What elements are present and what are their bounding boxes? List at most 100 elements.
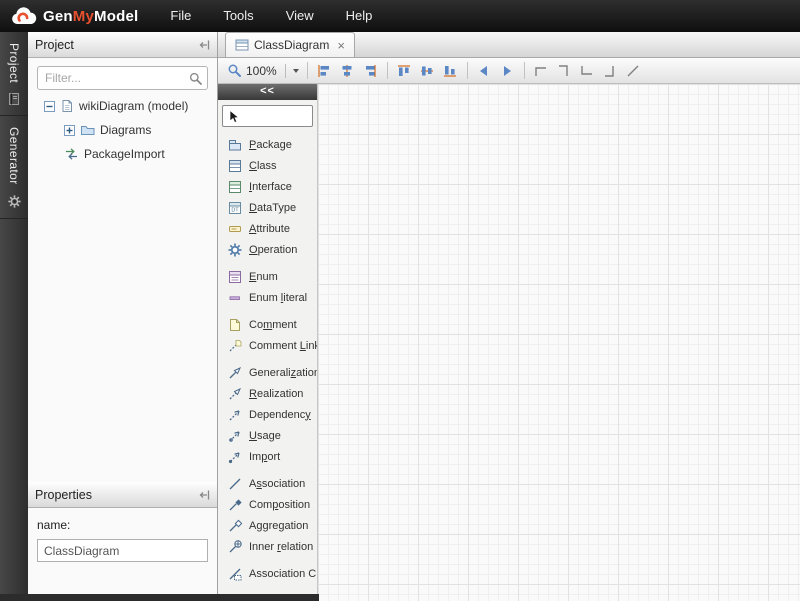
operation-icon	[227, 242, 243, 258]
tree-node-wikidiagram-model[interactable]: wikiDiagram (model)	[28, 94, 217, 118]
flip-left-button[interactable]	[473, 60, 496, 82]
tree-node-packageimport[interactable]: PackageImport	[28, 142, 217, 166]
elbow-right-down-button[interactable]	[553, 60, 576, 82]
palette-tool-enum-literal[interactable]: Enum literal	[218, 287, 317, 308]
inner-relation-icon	[227, 539, 243, 555]
usage-icon	[227, 428, 243, 444]
palette-tool-generalization[interactable]: Generalization	[218, 362, 317, 383]
zoom-select[interactable]: 100%	[227, 63, 302, 78]
palette-tool-import[interactable]: Import	[218, 446, 317, 467]
palette-tool-composition[interactable]: Composition	[218, 494, 317, 515]
palette-tool-enum[interactable]: Enum	[218, 266, 317, 287]
rail-tab-generator[interactable]: Generator	[0, 116, 28, 219]
palette-tool-aggregation[interactable]: Aggregation	[218, 515, 317, 536]
menu-view[interactable]: View	[270, 0, 330, 32]
palette-tool-association[interactable]: Association	[218, 473, 317, 494]
palette-tool-comment-link[interactable]: Comment Link	[218, 335, 317, 356]
app-logo[interactable]: GenMyModel	[0, 7, 154, 26]
palette-group: Package Class Interface DTDataTypeAttribute…	[218, 134, 317, 260]
collapse-icon[interactable]	[44, 101, 55, 112]
palette-tool-dependency[interactable]: Dependency	[218, 404, 317, 425]
close-tab-icon[interactable]: ×	[337, 38, 345, 53]
search-icon	[189, 72, 202, 85]
palette-tool-label: Composition	[249, 499, 310, 511]
palette-tool-label: Enum literal	[249, 292, 307, 304]
rail-tab-label: Project	[7, 43, 21, 83]
palette-tool-label: Operation	[249, 244, 297, 256]
comment-link-icon	[227, 338, 243, 354]
align-top-button[interactable]	[393, 60, 416, 82]
menu-tools[interactable]: Tools	[207, 0, 269, 32]
pin-icon[interactable]	[198, 489, 210, 501]
editor-toolbar: 100%	[218, 58, 800, 84]
tab-label: ClassDiagram	[254, 38, 329, 52]
enum-icon	[227, 269, 243, 285]
palette-tool-datatype[interactable]: DTDataType	[218, 197, 317, 218]
app-title: GenMyModel	[43, 8, 138, 25]
palette-group: Association Composition AggregationInner r…	[218, 473, 317, 557]
palette-tool-label: Comment	[249, 319, 297, 331]
composition-icon	[227, 497, 243, 513]
import-icon	[227, 449, 243, 465]
dependency-icon	[227, 407, 243, 423]
flip-right-button[interactable]	[496, 60, 519, 82]
tab-classdiagram[interactable]: ClassDiagram ×	[225, 32, 355, 57]
expand-icon[interactable]	[64, 125, 75, 136]
align-middle-button[interactable]	[416, 60, 439, 82]
palette-tool-label: Realization	[249, 388, 303, 400]
palette-tool-inner-relation[interactable]: Inner relation	[218, 536, 317, 557]
datatype-icon: DT	[227, 200, 243, 216]
dropdown-arrow-icon[interactable]	[293, 69, 299, 73]
association-class-icon	[227, 566, 243, 582]
palette-tool-operation[interactable]: Operation	[218, 239, 317, 260]
palette-tool-realization[interactable]: Realization	[218, 383, 317, 404]
diagram-canvas[interactable]	[318, 84, 800, 601]
align-bottom-button[interactable]	[439, 60, 462, 82]
menu-file[interactable]: File	[154, 0, 207, 32]
palette-tool-label: Import	[249, 451, 280, 463]
align-left-button[interactable]	[313, 60, 336, 82]
tree-node-diagrams[interactable]: Diagrams	[28, 118, 217, 142]
properties-fields: name:	[28, 508, 217, 572]
project-panel: Project wikiDiagram (model)DiagramsPacka…	[28, 32, 218, 601]
palette-tool-class[interactable]: Class	[218, 155, 317, 176]
align-right-button[interactable]	[359, 60, 382, 82]
align-center-button[interactable]	[336, 60, 359, 82]
palette-tool-attribute[interactable]: Attribute	[218, 218, 317, 239]
palette-tool-label: Interface	[249, 181, 292, 193]
folder-icon	[80, 124, 95, 137]
rail-tab-project[interactable]: Project	[0, 32, 28, 116]
zoom-icon	[227, 63, 242, 78]
aggregation-icon	[227, 518, 243, 534]
palette-tool-label: Generalization	[249, 367, 317, 379]
palette-tool-comment[interactable]: Comment	[218, 314, 317, 335]
palette-tool-package[interactable]: Package	[218, 134, 317, 155]
straight-line-button[interactable]	[622, 60, 645, 82]
toolbar-separator	[524, 62, 525, 79]
interface-icon	[227, 179, 243, 195]
palette-collapse-button[interactable]: <<	[218, 84, 317, 100]
elbow-right-up-button[interactable]	[599, 60, 622, 82]
workspace: << Package Class Interface DTDataTypeAttrib…	[218, 84, 800, 601]
palette-tool-interface[interactable]: Interface	[218, 176, 317, 197]
filter-input[interactable]	[37, 66, 208, 90]
menu-help[interactable]: Help	[330, 0, 389, 32]
palette-group: Generalization Realization DependencyUsage…	[218, 362, 317, 467]
select-tool[interactable]	[222, 105, 313, 127]
properties-panel-header: Properties	[28, 482, 217, 508]
palette-tool-label: Package	[249, 139, 292, 151]
zoom-value: 100%	[246, 64, 277, 78]
palette-tool-association-cl[interactable]: Association Cl...	[218, 563, 317, 584]
package-icon	[227, 137, 243, 153]
tree-node-label: wikiDiagram (model)	[79, 99, 188, 113]
editor: ClassDiagram × 100% << Package Class Inter…	[218, 32, 800, 601]
pin-icon[interactable]	[198, 39, 210, 51]
topbar: GenMyModel FileToolsViewHelp	[0, 0, 800, 32]
elbow-down-right-button[interactable]	[576, 60, 599, 82]
palette-tool-label: Comment Link	[249, 340, 317, 352]
property-input-name[interactable]	[37, 539, 208, 562]
palette-tool-usage[interactable]: Usage	[218, 425, 317, 446]
notebook-icon	[7, 92, 21, 106]
tool-palette: << Package Class Interface DTDataTypeAttrib…	[218, 84, 318, 601]
elbow-up-right-button[interactable]	[530, 60, 553, 82]
